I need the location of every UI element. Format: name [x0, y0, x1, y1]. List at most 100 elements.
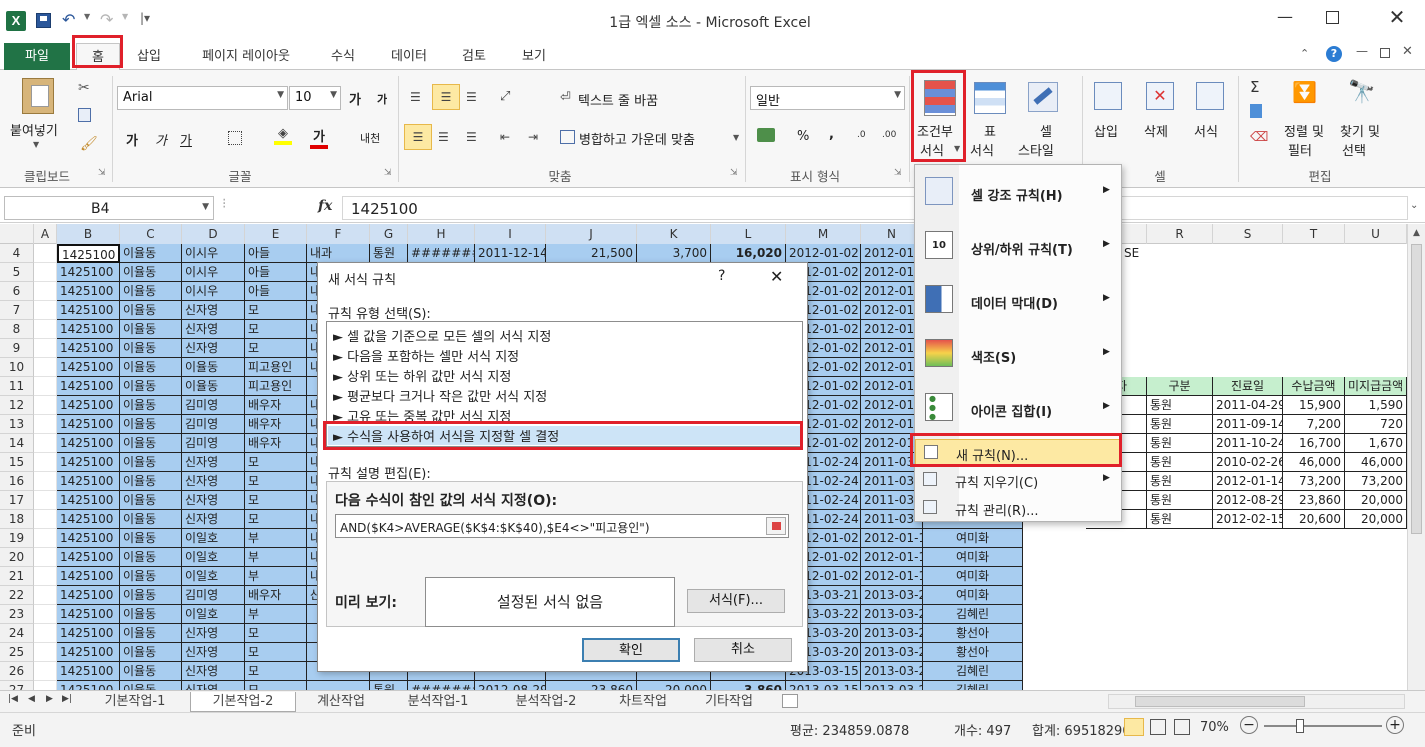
right-table-cell[interactable]: 1,590 — [1345, 396, 1407, 415]
cell[interactable]: 신자영 — [182, 662, 245, 681]
right-table-cell[interactable]: 46,000 — [1283, 453, 1345, 472]
column-header-i[interactable]: I — [475, 224, 546, 244]
sheet-tab-3[interactable]: 계산작업 — [300, 692, 382, 712]
cell[interactable]: 신자영 — [182, 339, 245, 358]
cell[interactable] — [34, 415, 57, 434]
cell[interactable]: 1425100 — [57, 662, 120, 681]
zoom-level[interactable]: 70% — [1200, 720, 1229, 735]
shrink-font-button[interactable]: 가 — [377, 91, 387, 107]
column-header-b[interactable]: B — [57, 224, 120, 244]
cell[interactable]: 이율동 — [120, 605, 182, 624]
cell[interactable]: 배우자 — [245, 434, 307, 453]
cell[interactable]: 2013-03-22 — [861, 624, 923, 643]
tab-file[interactable]: 파일 — [4, 43, 70, 70]
fill-color-icon[interactable]: ◈ — [274, 126, 292, 148]
cell[interactable]: 1425100 — [57, 244, 120, 263]
right-table-header[interactable]: 수납금액 — [1283, 377, 1345, 396]
find-select-icon[interactable]: 🔭 — [1348, 80, 1375, 105]
minimize-workbook-icon[interactable]: — — [1356, 44, 1368, 58]
align-top-icon[interactable]: ☰ — [410, 90, 428, 104]
zoom-out-icon[interactable]: − — [1240, 716, 1258, 734]
cell[interactable]: 2011-12-14 — [475, 244, 546, 263]
sort-filter-icon[interactable]: ⏬ — [1292, 80, 1318, 112]
cell[interactable]: 모 — [245, 320, 307, 339]
cell[interactable] — [34, 605, 57, 624]
insert-sheet-icon[interactable] — [782, 694, 798, 708]
cell[interactable]: 2012-01-02 — [786, 244, 861, 263]
merge-dropdown-icon[interactable]: ▼ — [733, 133, 739, 142]
cell[interactable]: 내과 — [307, 244, 370, 263]
accounting-format-icon[interactable] — [757, 128, 775, 142]
cell[interactable] — [34, 434, 57, 453]
zoom-slider[interactable] — [1264, 719, 1382, 733]
cell[interactable]: 모 — [245, 510, 307, 529]
cell[interactable]: 이율동 — [120, 377, 182, 396]
right-table-cell[interactable]: 통원 — [1147, 491, 1213, 510]
cell[interactable]: 신자영 — [182, 624, 245, 643]
right-table-cell[interactable]: 2010-02-26 — [1213, 453, 1283, 472]
row-header[interactable]: 11 — [0, 377, 34, 396]
format-cells-icon[interactable] — [1196, 82, 1224, 110]
cell[interactable]: 여미화 — [923, 567, 1023, 586]
cell[interactable]: 21,500 — [546, 244, 637, 263]
cell[interactable]: 아들 — [245, 244, 307, 263]
cell[interactable]: 2013-03-22 — [861, 662, 923, 681]
cell[interactable]: 신자영 — [182, 510, 245, 529]
row-header[interactable]: 21 — [0, 567, 34, 586]
right-table-cell[interactable]: 2011-09-14 — [1213, 415, 1283, 434]
row-header[interactable]: 9 — [0, 339, 34, 358]
cell[interactable]: 이율동 — [120, 396, 182, 415]
cell[interactable]: 1425100 — [57, 681, 120, 690]
copy-icon[interactable] — [78, 108, 91, 122]
cell[interactable]: 김미영 — [182, 586, 245, 605]
tab-review[interactable]: 검토 — [448, 46, 500, 68]
right-table-cell[interactable]: 20,000 — [1345, 510, 1407, 529]
cell[interactable]: 이시우 — [182, 263, 245, 282]
align-bottom-icon[interactable]: ☰ — [466, 90, 484, 104]
prev-sheet-icon[interactable]: ◀ — [28, 694, 35, 704]
cell[interactable]: 신자영 — [182, 643, 245, 662]
cell[interactable]: 이율동 — [120, 415, 182, 434]
cell[interactable]: 1425100 — [57, 605, 120, 624]
cell[interactable] — [34, 263, 57, 282]
cell[interactable]: 배우자 — [245, 396, 307, 415]
row-header[interactable]: 10 — [0, 358, 34, 377]
cell[interactable]: 통원 — [370, 681, 408, 690]
italic-button[interactable]: 가 — [155, 130, 167, 149]
h-scroll-thumb[interactable] — [1135, 696, 1305, 707]
cell[interactable]: 신자영 — [182, 681, 245, 690]
right-table-header[interactable]: 구분 — [1147, 377, 1213, 396]
cell[interactable]: 1425100 — [57, 263, 120, 282]
cell[interactable]: ######## — [408, 244, 475, 263]
cell[interactable]: 여미화 — [923, 548, 1023, 567]
zoom-slider-thumb[interactable] — [1296, 719, 1304, 733]
cell[interactable]: 이율동 — [120, 567, 182, 586]
delete-cells-button[interactable]: 삭제 — [1144, 121, 1168, 140]
percent-button[interactable]: % — [797, 129, 809, 144]
row-header[interactable]: 25 — [0, 643, 34, 662]
cell[interactable] — [34, 358, 57, 377]
cell[interactable] — [34, 529, 57, 548]
row-header[interactable]: 12 — [0, 396, 34, 415]
cell[interactable]: SE — [1124, 246, 1139, 260]
cell[interactable]: 1425100 — [57, 282, 120, 301]
cell[interactable]: 김미영 — [182, 415, 245, 434]
normal-view-icon[interactable] — [1124, 718, 1144, 736]
redo-icon[interactable]: ↷ — [100, 10, 113, 29]
format-cells-button[interactable]: 서식 — [1194, 121, 1218, 140]
number-format-combo[interactable]: 일반 ▼ — [750, 86, 905, 110]
cell-styles-button[interactable]: 셀 — [1040, 121, 1052, 140]
row-header[interactable]: 27 — [0, 681, 34, 690]
row-header[interactable]: 15 — [0, 453, 34, 472]
merge-center-button[interactable]: 병합하고 가운데 맞춤 — [579, 129, 695, 148]
name-box-dropdown-icon[interactable]: ▼ — [202, 202, 209, 212]
cell[interactable]: 모 — [245, 662, 307, 681]
cell[interactable]: 2012-01-10 — [861, 529, 923, 548]
cell[interactable]: 1425100 — [57, 320, 120, 339]
cell[interactable]: 1425100 — [57, 548, 120, 567]
row-header[interactable]: 24 — [0, 624, 34, 643]
cell[interactable] — [34, 662, 57, 681]
row-header[interactable]: 20 — [0, 548, 34, 567]
cell[interactable] — [34, 377, 57, 396]
next-sheet-icon[interactable]: ▶ — [46, 694, 53, 704]
